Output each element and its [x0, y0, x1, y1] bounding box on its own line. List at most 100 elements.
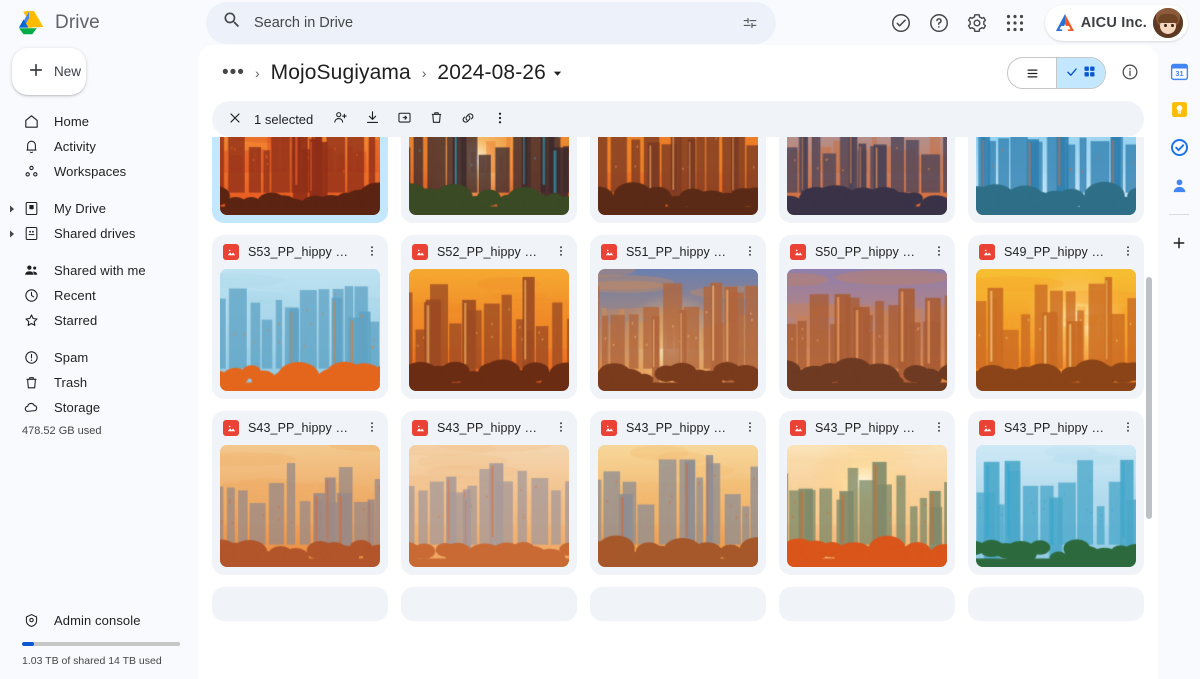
file-card[interactable]: S43_PP_hippy st... — [590, 411, 766, 575]
file-card-more-button[interactable] — [1116, 240, 1140, 264]
file-thumbnail[interactable] — [598, 269, 758, 391]
list-view-button[interactable] — [1008, 58, 1056, 88]
get-link-button[interactable] — [453, 104, 483, 134]
sidebar-item-my-drive[interactable]: My Drive — [0, 196, 198, 221]
file-card[interactable] — [401, 587, 577, 621]
file-thumbnail[interactable] — [787, 445, 947, 567]
breadcrumb-item-1[interactable]: 2024-08-26 — [430, 58, 569, 88]
download-button[interactable] — [357, 104, 387, 134]
sidebar-item-label: Starred — [54, 313, 98, 328]
person-add-icon — [332, 109, 349, 129]
sidebar-nav: Home Activity Workspaces My Drive Shared… — [0, 109, 198, 437]
nav-divider — [0, 246, 198, 258]
file-thumbnail[interactable] — [787, 269, 947, 391]
file-card[interactable] — [590, 137, 766, 223]
file-card[interactable]: S43_PP_hippy st... — [968, 411, 1144, 575]
file-card[interactable] — [590, 587, 766, 621]
file-card-header: S49_PP_hippy st... — [968, 235, 1144, 269]
file-grid-row: S53_PP_hippy st... S52_PP_hippy st... S51_… — [212, 235, 1144, 399]
breadcrumb-item-0[interactable]: MojoSugiyama — [264, 58, 418, 88]
file-card[interactable]: S51_PP_hippy st... — [590, 235, 766, 399]
help-icon[interactable] — [921, 5, 957, 41]
file-card[interactable] — [401, 137, 577, 223]
tune-filter-icon[interactable] — [732, 5, 768, 41]
search-bar[interactable] — [206, 1, 776, 44]
new-button[interactable]: New — [12, 48, 86, 95]
file-grid-scroll[interactable]: S53_PP_hippy st... S52_PP_hippy st... S51_… — [198, 137, 1158, 679]
chevron-right-icon[interactable] — [8, 225, 16, 243]
grid-view-button[interactable] — [1057, 58, 1105, 88]
file-thumbnail[interactable] — [598, 137, 758, 215]
calendar-icon[interactable]: 31 — [1167, 59, 1191, 83]
keep-icon[interactable] — [1167, 97, 1191, 121]
apps-grid-icon[interactable] — [997, 5, 1033, 41]
breadcrumb-overflow[interactable]: ••• — [216, 62, 251, 84]
file-card[interactable]: S52_PP_hippy st... — [401, 235, 577, 399]
file-card-title: S51_PP_hippy st... — [626, 245, 729, 259]
file-card-more-button[interactable] — [927, 416, 951, 440]
sidebar-item-workspaces[interactable]: Workspaces — [0, 159, 198, 184]
tasks-icon[interactable] — [1167, 135, 1191, 159]
support-status-icon[interactable] — [883, 5, 919, 41]
file-thumbnail[interactable] — [409, 445, 569, 567]
file-thumbnail[interactable] — [976, 137, 1136, 215]
move-to-folder-button[interactable] — [389, 104, 419, 134]
sidebar-item-storage[interactable]: Storage — [0, 395, 198, 420]
file-card-more-button[interactable] — [1116, 416, 1140, 440]
file-card[interactable] — [968, 137, 1144, 223]
file-card[interactable] — [779, 137, 955, 223]
file-card-more-button[interactable] — [549, 416, 573, 440]
search-input[interactable] — [254, 14, 720, 31]
file-thumbnail[interactable] — [409, 269, 569, 391]
sidebar-item-admin-console[interactable]: Admin console — [0, 608, 198, 633]
file-card[interactable] — [212, 137, 388, 223]
sidebar-item-starred[interactable]: Starred — [0, 308, 198, 333]
add-app-button[interactable] — [1167, 232, 1191, 256]
details-button[interactable] — [1112, 55, 1148, 91]
file-card-more-button[interactable] — [738, 416, 762, 440]
delete-button[interactable] — [421, 104, 451, 134]
file-card[interactable]: S50_PP_hippy st... — [779, 235, 955, 399]
chevron-down-icon[interactable] — [552, 61, 563, 85]
gear-icon[interactable] — [959, 5, 995, 41]
file-card-more-button[interactable] — [738, 240, 762, 264]
sidebar-item-activity[interactable]: Activity — [0, 134, 198, 159]
share-add-person-button[interactable] — [325, 104, 355, 134]
file-card[interactable]: S49_PP_hippy st... — [968, 235, 1144, 399]
brand[interactable]: Drive — [10, 10, 195, 35]
file-card[interactable] — [212, 587, 388, 621]
sidebar-item-trash[interactable]: Trash — [0, 370, 198, 395]
file-thumbnail[interactable] — [976, 445, 1136, 567]
chevron-right-icon[interactable] — [8, 200, 16, 218]
sidebar-item-shared-with-me[interactable]: Shared with me — [0, 258, 198, 283]
file-thumbnail[interactable] — [220, 137, 380, 215]
avatar[interactable] — [1153, 7, 1183, 38]
grid-scrollbar-thumb[interactable] — [1146, 277, 1152, 519]
file-card-more-button[interactable] — [549, 240, 573, 264]
file-card[interactable]: S53_PP_hippy st... — [212, 235, 388, 399]
account-chip[interactable]: AICU Inc. — [1044, 4, 1188, 41]
more-actions-button[interactable] — [485, 104, 515, 134]
file-thumbnail[interactable] — [409, 137, 569, 215]
file-card[interactable]: S43_PP_hippy st... — [779, 411, 955, 575]
grid-scrollbar[interactable] — [1145, 137, 1153, 679]
file-thumbnail[interactable] — [787, 137, 947, 215]
file-thumbnail[interactable] — [220, 269, 380, 391]
sidebar-item-recent[interactable]: Recent — [0, 283, 198, 308]
file-thumbnail[interactable] — [598, 445, 758, 567]
sidebar-item-spam[interactable]: Spam — [0, 345, 198, 370]
file-card[interactable]: S43_PP_hippy st... — [212, 411, 388, 575]
file-grid: S53_PP_hippy st... S52_PP_hippy st... S51_… — [212, 137, 1144, 621]
file-thumbnail[interactable] — [220, 445, 380, 567]
sidebar-item-shared-drives[interactable]: Shared drives — [0, 221, 198, 246]
file-card-more-button[interactable] — [360, 416, 384, 440]
file-card[interactable]: S43_PP_hippy st... — [401, 411, 577, 575]
close-selection-button[interactable] — [220, 104, 250, 134]
contacts-icon[interactable] — [1167, 173, 1191, 197]
file-card-more-button[interactable] — [360, 240, 384, 264]
file-card[interactable] — [968, 587, 1144, 621]
file-card-more-button[interactable] — [927, 240, 951, 264]
file-card[interactable] — [779, 587, 955, 621]
sidebar-item-home[interactable]: Home — [0, 109, 198, 134]
file-thumbnail[interactable] — [976, 269, 1136, 391]
